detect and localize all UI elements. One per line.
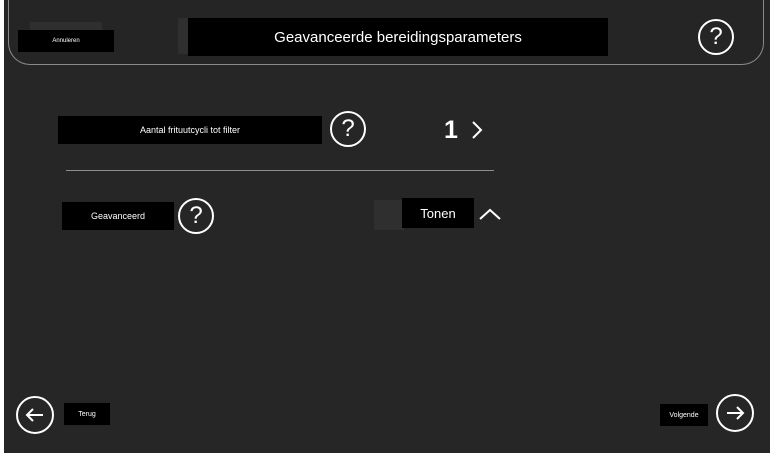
cancel-button-label: Annuleren xyxy=(52,38,80,44)
question-icon: ? xyxy=(709,23,723,50)
arrow-left-icon xyxy=(25,408,43,422)
filter-cycles-value-button[interactable]: 1 xyxy=(444,110,500,150)
arrow-right-icon xyxy=(727,406,745,420)
filter-cycles-label: Aantal frituutcycli tot filter xyxy=(139,125,241,135)
next-label-box[interactable]: Volgende xyxy=(660,404,708,426)
show-button-shadow xyxy=(374,200,404,230)
divider xyxy=(66,170,494,171)
filter-cycles-value: 1 xyxy=(444,115,458,144)
screen: Annuleren Geavanceerde bereidingsparamet… xyxy=(4,0,770,453)
chevron-right-icon xyxy=(472,121,483,139)
header-help-button[interactable]: ? xyxy=(698,19,734,55)
advanced-help-button[interactable]: ? xyxy=(178,198,214,234)
show-advanced-button[interactable]: Tonen xyxy=(402,198,474,228)
next-button[interactable] xyxy=(716,394,754,432)
question-icon: ? xyxy=(341,115,355,142)
back-label-box[interactable]: Terug xyxy=(64,403,110,425)
advanced-label-box: Geavanceerd xyxy=(62,202,174,230)
back-label: Terug xyxy=(78,410,96,418)
advanced-label: Geavanceerd xyxy=(90,211,146,221)
show-advanced-label: Tonen xyxy=(420,205,456,221)
back-button[interactable] xyxy=(16,396,54,434)
page-title: Geavanceerde bereidingsparameters xyxy=(188,18,608,56)
next-label: Volgende xyxy=(669,411,699,419)
chevron-up-icon[interactable] xyxy=(478,207,502,221)
question-icon: ? xyxy=(189,202,203,229)
cancel-button[interactable]: Annuleren xyxy=(18,30,114,52)
filter-cycles-help-button[interactable]: ? xyxy=(330,111,366,147)
page-title-text: Geavanceerde bereidingsparameters xyxy=(274,28,522,46)
filter-cycles-label-box: Aantal frituutcycli tot filter xyxy=(58,116,322,144)
